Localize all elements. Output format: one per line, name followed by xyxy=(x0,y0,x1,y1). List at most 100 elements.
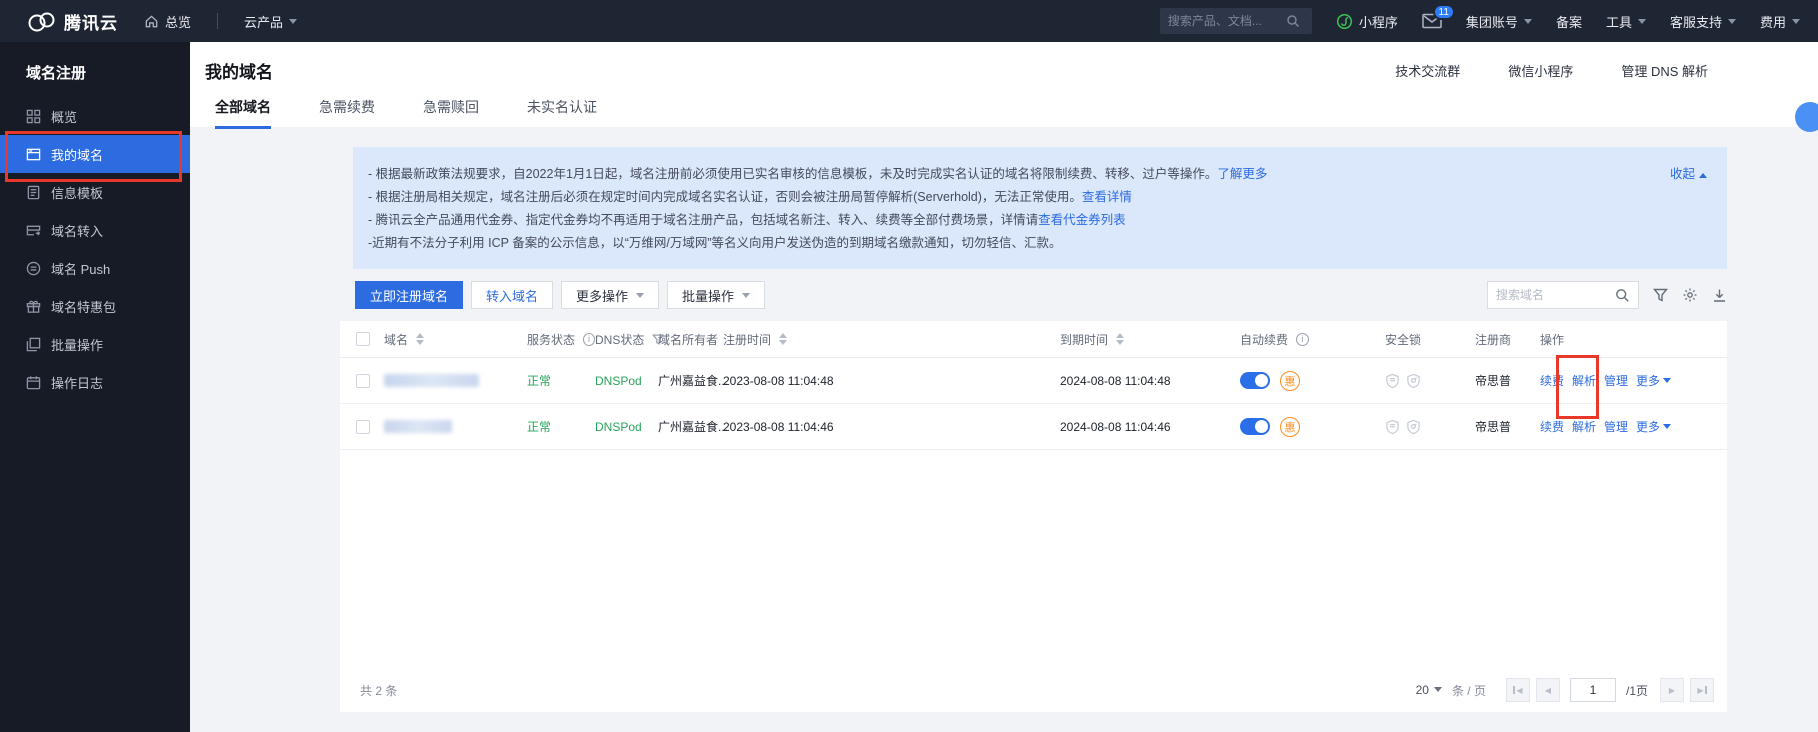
batch-operations-button[interactable]: 批量操作 xyxy=(667,281,765,309)
sidebar-item-overview[interactable]: 概览 xyxy=(0,97,190,135)
pagination: 20 条 / 页 ◀ ◀ /1页 ▶ ▶ xyxy=(1416,678,1714,702)
nav-beian[interactable]: 备案 xyxy=(1556,12,1582,31)
page-size-select[interactable]: 20 xyxy=(1416,683,1442,697)
renew-link[interactable]: 续费 xyxy=(1540,418,1564,435)
sidebar-item-domain-transfer-in[interactable]: 域名转入 xyxy=(0,211,190,249)
chevron-down-icon xyxy=(1663,378,1671,387)
domain-search[interactable] xyxy=(1487,281,1639,309)
resolve-link[interactable]: 解析 xyxy=(1572,418,1596,435)
content-area: - 根据最新政策法规要求，自2022年1月1日起，域名注册前必须使用已实名审核的… xyxy=(190,127,1818,732)
auto-renew-toggle[interactable] xyxy=(1240,372,1270,389)
nav-cloud-products[interactable]: 云产品 xyxy=(244,12,297,31)
info-icon[interactable]: i xyxy=(583,333,595,346)
download-icon[interactable] xyxy=(1712,288,1727,303)
more-link[interactable]: 更多 xyxy=(1636,372,1671,389)
auto-renew-toggle[interactable] xyxy=(1240,418,1270,435)
floating-avatar[interactable] xyxy=(1795,102,1818,132)
notice-link-view-details[interactable]: 查看详情 xyxy=(1082,190,1132,204)
collapse-button[interactable]: 收起 xyxy=(1670,163,1707,186)
promo-badge[interactable]: 惠 xyxy=(1280,417,1300,437)
current-page-input[interactable] xyxy=(1570,678,1616,702)
settings-gear-icon[interactable] xyxy=(1682,287,1698,303)
tab-unverified[interactable]: 未实名认证 xyxy=(527,97,597,129)
link-manage-dns[interactable]: 管理 DNS 解析 xyxy=(1621,61,1708,80)
sort-icon[interactable] xyxy=(416,329,424,349)
global-search-input[interactable] xyxy=(1168,14,1286,28)
nav-fee[interactable]: 费用 xyxy=(1760,12,1800,31)
notice-link-learn-more[interactable]: 了解更多 xyxy=(1217,167,1267,181)
sidebar-item-domain-push[interactable]: 域名 Push xyxy=(0,249,190,287)
next-page-button[interactable]: ▶ xyxy=(1660,678,1684,702)
more-operations-button[interactable]: 更多操作 xyxy=(561,281,659,309)
shield-lock-icon[interactable] xyxy=(1406,373,1421,389)
message-count-badge: 11 xyxy=(1433,4,1455,20)
tab-all-domains[interactable]: 全部域名 xyxy=(215,97,271,129)
row-checkbox[interactable] xyxy=(356,420,370,434)
tab-redeem-soon[interactable]: 急需赎回 xyxy=(423,97,479,129)
promo-badge[interactable]: 惠 xyxy=(1280,371,1300,391)
global-search[interactable] xyxy=(1160,8,1312,34)
filter-icon[interactable] xyxy=(1653,288,1668,302)
first-page-button[interactable]: ◀ xyxy=(1506,678,1530,702)
gift-icon xyxy=(26,299,41,314)
nav-messages[interactable]: 11 xyxy=(1422,13,1442,29)
nav-tools[interactable]: 工具 xyxy=(1606,12,1646,31)
registrar: 帝思普 xyxy=(1475,372,1540,389)
sidebar-item-batch-operations[interactable]: 批量操作 xyxy=(0,325,190,363)
info-icon[interactable]: i xyxy=(1296,333,1309,346)
manage-link[interactable]: 管理 xyxy=(1604,372,1628,389)
nav-group-account[interactable]: 集团账号 xyxy=(1466,12,1532,31)
chevron-down-icon xyxy=(1434,687,1442,696)
more-link[interactable]: 更多 xyxy=(1636,418,1671,435)
grid-icon xyxy=(26,109,41,124)
chevron-up-icon xyxy=(1699,169,1707,178)
domain-search-input[interactable] xyxy=(1496,288,1615,302)
notice-line: - 腾讯云全产品通用代金券、指定代金券均不再适用于域名注册产品，包括域名新注、转… xyxy=(368,209,1705,232)
row-checkbox[interactable] xyxy=(356,374,370,388)
transfer-in-button[interactable]: 转入域名 xyxy=(471,281,553,309)
nav-overview[interactable]: 总览 xyxy=(144,12,191,31)
shield-lock-icon[interactable] xyxy=(1406,419,1421,435)
renew-link[interactable]: 续费 xyxy=(1540,372,1564,389)
shield-check-icon[interactable] xyxy=(1385,373,1400,389)
domain-name-blurred[interactable] xyxy=(384,420,452,433)
select-all-checkbox[interactable] xyxy=(356,332,370,346)
sort-icon[interactable] xyxy=(779,329,787,349)
chevron-down-icon xyxy=(1524,19,1532,28)
resolve-link[interactable]: 解析 xyxy=(1572,372,1596,389)
search-icon[interactable] xyxy=(1615,288,1630,303)
sort-icon[interactable] xyxy=(1116,329,1124,349)
sidebar-item-operation-logs[interactable]: 操作日志 xyxy=(0,363,190,401)
dns-status[interactable]: DNSPod xyxy=(595,420,658,434)
link-wechat-miniprogram[interactable]: 微信小程序 xyxy=(1508,61,1573,80)
notice-link-voucher-list[interactable]: 查看代金券列表 xyxy=(1038,213,1126,227)
dns-status[interactable]: DNSPod xyxy=(595,374,658,388)
nav-support[interactable]: 客服支持 xyxy=(1670,12,1736,31)
link-tech-group[interactable]: 技术交流群 xyxy=(1395,61,1460,80)
home-icon xyxy=(144,14,159,29)
push-circle-icon xyxy=(26,261,41,276)
prev-page-button[interactable]: ◀ xyxy=(1536,678,1560,702)
sidebar-item-my-domains[interactable]: 我的域名 xyxy=(0,135,190,173)
shield-check-icon[interactable] xyxy=(1385,419,1400,435)
notice-banner: - 根据最新政策法规要求，自2022年1月1日起，域名注册前必须使用已实名审核的… xyxy=(353,147,1727,269)
page-header: 我的域名 技术交流群 微信小程序 管理 DNS 解析 全部域名 急需续费 急需赎… xyxy=(190,42,1818,127)
notice-line: -近期有不法分子利用 ICP 备案的公示信息，以“万维网/万域网”等名义向用户发… xyxy=(368,232,1705,255)
registrar: 帝思普 xyxy=(1475,418,1540,435)
nav-mini-program[interactable]: 小程序 xyxy=(1336,12,1398,31)
register-domain-button[interactable]: 立即注册域名 xyxy=(355,281,463,309)
sidebar-item-info-template[interactable]: 信息模板 xyxy=(0,173,190,211)
table-row: 正常 DNSPod 广州嘉益食... 2023-08-08 11:04:48 2… xyxy=(340,358,1727,404)
expire-time: 2024-08-08 11:04:46 xyxy=(1060,420,1240,434)
sidebar-item-domain-deal-package[interactable]: 域名特惠包 xyxy=(0,287,190,325)
row-actions: 续费 解析 管理 更多 xyxy=(1540,372,1711,389)
manage-link[interactable]: 管理 xyxy=(1604,418,1628,435)
domain-name-blurred[interactable] xyxy=(384,374,479,387)
page-size-unit: 条 / 页 xyxy=(1452,682,1486,699)
table-empty-area xyxy=(340,450,1727,668)
last-page-button[interactable]: ▶ xyxy=(1690,678,1714,702)
domain-owner: 广州嘉益食... xyxy=(658,418,723,435)
tab-renew-soon[interactable]: 急需续费 xyxy=(319,97,375,129)
tencent-cloud-logo[interactable]: 腾讯云 xyxy=(26,9,118,34)
layers-icon xyxy=(26,337,41,352)
